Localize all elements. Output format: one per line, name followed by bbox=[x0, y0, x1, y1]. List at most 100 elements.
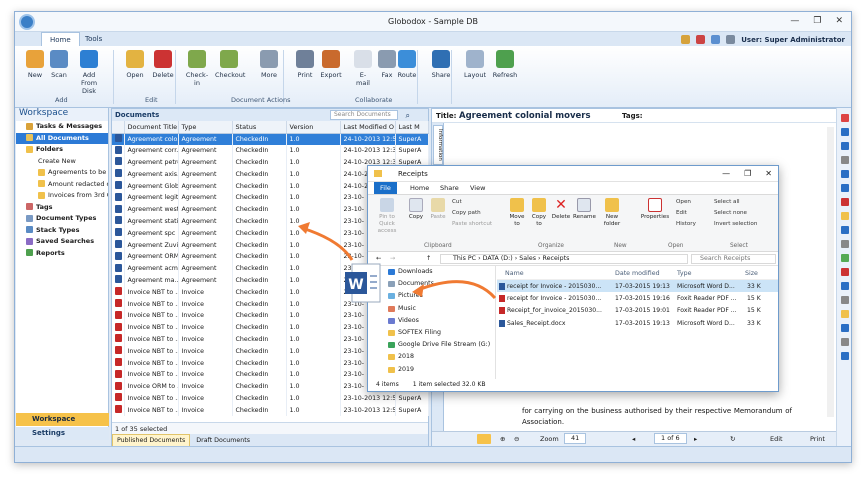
paste-button[interactable]: Paste bbox=[428, 198, 448, 221]
annotation-tool-icon[interactable] bbox=[840, 156, 849, 164]
tree-item-reports[interactable]: Reports bbox=[16, 248, 108, 260]
open-button[interactable]: Open bbox=[121, 50, 149, 79]
select-none-button[interactable]: Select none bbox=[714, 210, 747, 216]
paste-shortcut-button[interactable]: Paste shortcut bbox=[452, 221, 492, 227]
copy-button[interactable]: Copy bbox=[406, 198, 426, 221]
table-row[interactable]: Invoice NBT to ...InvoiceCheckedIn1.023-… bbox=[112, 392, 429, 405]
copy-path-button[interactable]: Copy path bbox=[452, 210, 481, 216]
annotation-tool-icon[interactable] bbox=[840, 170, 849, 178]
forward-icon[interactable]: → bbox=[390, 252, 395, 266]
select-all-button[interactable]: Select all bbox=[714, 199, 740, 205]
annotation-tool-icon[interactable] bbox=[840, 268, 849, 276]
tab-file[interactable]: File bbox=[374, 182, 397, 194]
annotation-tool-icon[interactable] bbox=[840, 310, 849, 318]
annotation-tool-icon[interactable] bbox=[840, 254, 849, 262]
explorer-search-input[interactable]: Search Receipts bbox=[691, 254, 776, 264]
tab-share[interactable]: Share bbox=[434, 182, 465, 194]
first-page-icon[interactable]: ◂ bbox=[632, 435, 635, 443]
up-icon[interactable]: ↑ bbox=[426, 252, 431, 266]
file-row[interactable]: Receipt_for_invoice_2015030... 17-03-2015… bbox=[497, 304, 778, 316]
next-page-icon[interactable]: ▸ bbox=[694, 435, 697, 443]
close-button[interactable]: ✕ bbox=[835, 16, 843, 26]
explorer-maximize-button[interactable]: ❐ bbox=[744, 166, 751, 182]
history-button[interactable]: History bbox=[676, 221, 696, 227]
nav-item-downloads[interactable]: Downloads bbox=[368, 266, 495, 278]
nav-item-google-drive-file-stream-g[interactable]: Google Drive File Stream (G:) bbox=[368, 339, 495, 351]
nav-item-softex-filing[interactable]: SOFTEX Filing bbox=[368, 327, 495, 339]
tree-item-amount-redacted-chec[interactable]: Amount redacted chec bbox=[16, 179, 108, 191]
zoom-select[interactable]: 41 bbox=[564, 433, 587, 444]
tab-tools[interactable]: Tools bbox=[77, 32, 110, 46]
tree-item-create-new[interactable]: Create New bbox=[16, 156, 108, 168]
annotation-tool-icon[interactable] bbox=[840, 212, 849, 220]
annotation-tool-icon[interactable] bbox=[840, 240, 849, 248]
column-name[interactable]: Name bbox=[505, 270, 524, 277]
mail-icon[interactable] bbox=[711, 35, 721, 44]
annotation-tool-icon[interactable] bbox=[840, 352, 849, 360]
copy-to-button[interactable]: Copy to bbox=[530, 198, 548, 228]
column-date-modified[interactable]: Date modified bbox=[615, 270, 660, 277]
table-row[interactable]: Agreement corr... Agreement CheckedIn 1.0 24… bbox=[112, 144, 429, 157]
print-button[interactable]: Print bbox=[291, 50, 319, 79]
alert-icon[interactable] bbox=[696, 35, 706, 44]
user-label[interactable]: User: Super Administrator bbox=[741, 36, 845, 44]
information-tab[interactable]: Information bbox=[433, 125, 443, 165]
tree-item-tasks-messages[interactable]: Tasks & Messages bbox=[16, 121, 108, 133]
column-type[interactable]: Type bbox=[677, 270, 691, 277]
column-size[interactable]: Size bbox=[745, 270, 758, 277]
refresh-button[interactable]: Refresh bbox=[491, 50, 519, 79]
dragged-word-file-icon[interactable]: W bbox=[344, 262, 382, 304]
pan-icon[interactable] bbox=[477, 434, 491, 444]
table-row[interactable]: Invoice NBT to ...InvoiceCheckedIn1.023-… bbox=[112, 404, 429, 417]
rename-button[interactable]: Rename bbox=[573, 198, 596, 221]
export-button[interactable]: Export bbox=[317, 50, 345, 79]
task-icon[interactable] bbox=[681, 35, 691, 44]
annotation-tool-icon[interactable] bbox=[840, 282, 849, 290]
move-to-button[interactable]: Move to bbox=[508, 198, 526, 228]
nav-item-2019[interactable]: 2019 bbox=[368, 364, 495, 376]
new-folder-button[interactable]: New folder bbox=[602, 198, 622, 228]
column-document-title[interactable]: Document Title bbox=[124, 121, 179, 134]
table-row[interactable]: Agreement colo... Agreement CheckedIn 1.0 24… bbox=[112, 133, 429, 145]
column-last-m[interactable]: Last M bbox=[395, 121, 429, 134]
annotation-tool-icon[interactable] bbox=[840, 226, 849, 234]
tree-item-stack-types[interactable]: Stack Types bbox=[16, 225, 108, 237]
tab-home[interactable]: Home bbox=[404, 182, 435, 194]
properties-button[interactable]: Properties bbox=[640, 198, 670, 221]
check-in-button[interactable]: Check- in bbox=[183, 50, 211, 87]
annotation-tool-icon[interactable] bbox=[840, 142, 849, 150]
delete-button[interactable]: ✕ Delete bbox=[551, 198, 571, 221]
add-from-disk-button[interactable]: Add From Disk bbox=[75, 50, 103, 95]
more-button[interactable]: More bbox=[255, 50, 283, 79]
nav-item-pictures[interactable]: Pictures bbox=[368, 290, 495, 302]
annotation-tool-icon[interactable] bbox=[840, 184, 849, 192]
nav-item-music[interactable]: Music bbox=[368, 303, 495, 315]
explorer-minimize-button[interactable]: — bbox=[722, 166, 730, 182]
nav-item-documents[interactable]: Documents bbox=[368, 278, 495, 290]
tree-item-tags[interactable]: Tags bbox=[16, 202, 108, 214]
minimize-button[interactable]: — bbox=[790, 16, 799, 26]
nav-item-2018[interactable]: 2018 bbox=[368, 351, 495, 363]
workspace-button[interactable]: Workspace bbox=[16, 413, 109, 426]
annotation-tool-icon[interactable] bbox=[840, 296, 849, 304]
edit-button[interactable]: Edit bbox=[770, 435, 783, 443]
annotation-tool-icon[interactable] bbox=[840, 114, 849, 122]
annotation-tool-icon[interactable] bbox=[840, 324, 849, 332]
address-path[interactable]: This PC › DATA (D:) › Sales › Receipts bbox=[440, 254, 688, 264]
file-row[interactable]: receipt for Invoice - 2015030... 17-03-20… bbox=[497, 292, 778, 304]
tree-item-all-documents[interactable]: All Documents bbox=[16, 132, 108, 144]
column-status[interactable]: Status bbox=[232, 121, 287, 134]
tree-item-document-types[interactable]: Document Types bbox=[16, 213, 108, 225]
annotation-tool-icon[interactable] bbox=[840, 338, 849, 346]
tree-item-agreements-to-be-revie[interactable]: Agreements to be revie bbox=[16, 167, 108, 179]
tab-view[interactable]: View bbox=[464, 182, 491, 194]
cut-button[interactable]: Cut bbox=[452, 199, 462, 205]
preview-scrollbar[interactable] bbox=[827, 127, 834, 417]
column-version[interactable]: Version bbox=[286, 121, 341, 134]
settings-button[interactable]: Settings bbox=[16, 427, 109, 440]
tree-item-saved-searches[interactable]: Saved Searches bbox=[16, 236, 108, 248]
settings-icon[interactable] bbox=[726, 35, 736, 44]
scan-button[interactable]: Scan bbox=[45, 50, 73, 79]
column-last-modified-o[interactable]: Last Modified O bbox=[340, 121, 396, 134]
delete-button[interactable]: Delete bbox=[149, 50, 177, 79]
